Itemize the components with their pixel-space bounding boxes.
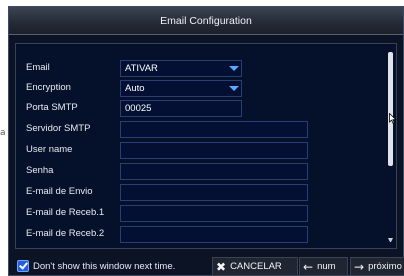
- password-input[interactable]: [120, 163, 308, 180]
- dropdown-arrow-icon[interactable]: [227, 81, 241, 96]
- receiver1-email-input[interactable]: [120, 205, 308, 222]
- cancel-label: CANCELAR: [230, 261, 282, 272]
- smtp-server-label: Servidor SMTP: [26, 123, 91, 134]
- dont-show-checkbox[interactable]: [17, 260, 29, 272]
- receiver1-email-label: E-mail de Receb.1: [26, 207, 105, 218]
- receiver2-email-row: E-mail de Receb.2: [26, 226, 388, 243]
- user-name-row: User name: [26, 142, 388, 159]
- previous-button[interactable]: ← num: [299, 257, 348, 276]
- smtp-server-row: Servidor SMTP: [26, 121, 388, 138]
- receiver2-email-label: E-mail de Receb.2: [26, 228, 105, 239]
- form-panel: Email ATIVAR Encryption Auto Porta SMTP …: [15, 43, 397, 249]
- dropdown-arrow-icon[interactable]: [227, 61, 241, 76]
- dont-show-again-toggle[interactable]: Don't show this window next time.: [17, 258, 175, 274]
- encryption-value: Auto: [125, 83, 145, 94]
- sender-email-label: E-mail de Envio: [26, 186, 93, 197]
- sender-email-input[interactable]: [120, 184, 308, 201]
- arrow-right-icon: →: [354, 259, 365, 274]
- email-select[interactable]: ATIVAR: [120, 60, 242, 77]
- window-title: Email Configuration: [9, 7, 403, 35]
- receiver1-email-row: E-mail de Receb.1: [26, 205, 388, 222]
- scroll-thumb[interactable]: [388, 52, 393, 166]
- margin-mark: a: [0, 128, 6, 138]
- smtp-port-row: Porta SMTP 00025: [26, 100, 388, 117]
- scroll-down-icon[interactable]: [388, 238, 393, 242]
- encryption-select[interactable]: Auto: [120, 80, 242, 97]
- email-value: ATIVAR: [125, 63, 158, 74]
- arrow-left-icon: ←: [303, 259, 314, 274]
- vertical-scrollbar[interactable]: [388, 52, 393, 242]
- mouse-cursor-icon: [389, 113, 397, 124]
- sender-email-row: E-mail de Envio: [26, 184, 388, 201]
- email-label: Email: [26, 62, 50, 73]
- email-config-window: Email Configuration Email ATIVAR Encrypt…: [8, 6, 404, 276]
- password-row: Senha: [26, 163, 388, 180]
- password-label: Senha: [26, 165, 54, 176]
- receiver2-email-input[interactable]: [120, 226, 308, 243]
- encryption-row: Encryption Auto: [26, 80, 388, 97]
- previous-label: num: [317, 261, 336, 272]
- smtp-port-input[interactable]: 00025: [120, 100, 242, 117]
- smtp-server-input[interactable]: [120, 121, 308, 138]
- encryption-label: Encryption: [26, 82, 71, 93]
- dont-show-label: Don't show this window next time.: [33, 260, 176, 272]
- email-row: Email ATIVAR: [26, 60, 388, 77]
- user-name-input[interactable]: [120, 142, 308, 159]
- next-label: próximo: [368, 261, 402, 272]
- smtp-port-label: Porta SMTP: [26, 102, 78, 113]
- footer-bar: Don't show this window next time. ✖ CANC…: [9, 255, 404, 276]
- close-x-icon: ✖: [216, 259, 227, 274]
- next-button[interactable]: → próximo: [350, 257, 404, 276]
- cancel-button[interactable]: ✖ CANCELAR: [212, 257, 298, 276]
- user-name-label: User name: [26, 144, 73, 155]
